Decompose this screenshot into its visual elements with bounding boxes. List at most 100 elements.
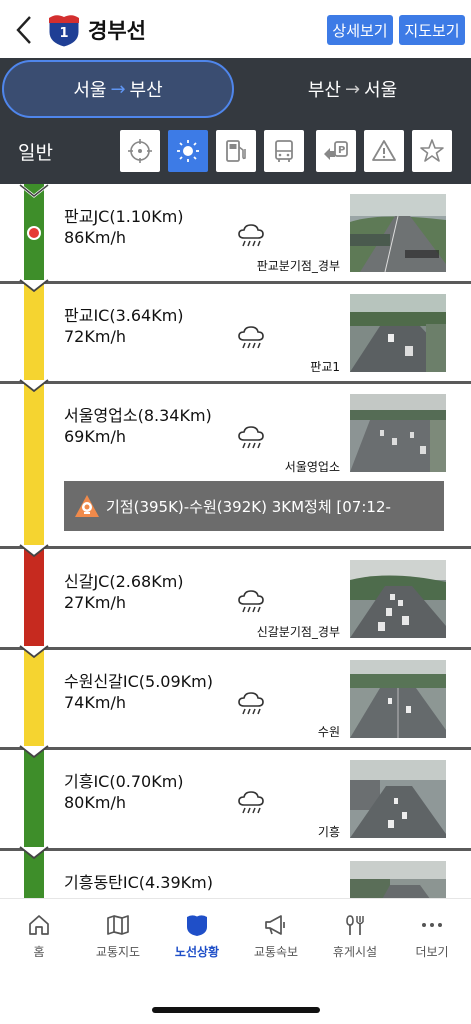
- segment-speed: 72Km/h: [64, 327, 126, 346]
- segment-name: 판교JC(1.10Km): [64, 207, 184, 226]
- nav-label: 교통속보: [253, 945, 299, 959]
- rain-cloud-icon: [238, 224, 264, 247]
- cctv-thumbnail[interactable]: [350, 660, 446, 738]
- segment-name: 기흥동탄IC(4.39Km): [64, 873, 213, 892]
- segment-speed: 27Km/h: [64, 593, 126, 612]
- road-work-icon: [75, 495, 99, 517]
- svg-text:P: P: [338, 145, 345, 156]
- cctv-thumbnail[interactable]: [350, 760, 446, 838]
- rain-cloud-icon: [238, 426, 264, 449]
- filter-weather-button[interactable]: [168, 130, 208, 172]
- bottom-nav: 홈 교통지도 노선상황 교통속보 휴게시설 더보기: [0, 898, 471, 978]
- filter-bar: 일반 P: [0, 120, 471, 184]
- incident-notice[interactable]: 기점(395K)-수원(392K) 3KM정체 [07:12-: [64, 481, 444, 531]
- warning-icon: [372, 140, 396, 161]
- cctv-thumbnail[interactable]: [350, 560, 446, 638]
- segment-name: 수원신갈IC(5.09Km): [64, 672, 213, 691]
- cctv-thumbnail[interactable]: [350, 861, 446, 898]
- tab-arrow: →: [344, 78, 361, 100]
- chevron-left-icon: [16, 16, 31, 44]
- home-indicator: [152, 1007, 320, 1013]
- camera-label: 신갈분기점_경부: [256, 625, 340, 639]
- route-shield-icon: [187, 915, 207, 936]
- cctv-thumbnail[interactable]: [350, 394, 446, 472]
- home-icon: [29, 915, 49, 935]
- app-header: 1 경부선 상세보기 지도보기: [0, 0, 471, 58]
- rain-cloud-icon: [238, 326, 264, 349]
- segment-divider: [0, 647, 471, 650]
- tab-to-label: 부산: [129, 80, 163, 101]
- filter-bus-button[interactable]: [264, 130, 304, 172]
- more-icon: [422, 923, 442, 927]
- nav-rest-area[interactable]: 휴게시설: [316, 913, 394, 960]
- camera-label: 판교1: [310, 360, 340, 374]
- chevron-down-icon: [19, 379, 49, 393]
- nav-route-status[interactable]: 노선상황: [158, 913, 236, 960]
- map-icon: [107, 915, 129, 935]
- status-bar-yellow: [24, 281, 44, 547]
- nav-more[interactable]: 더보기: [393, 913, 471, 960]
- direction-tabs: 서울 → 부산 부산 → 서울: [0, 58, 471, 120]
- route-number: 1: [59, 26, 69, 41]
- chevron-down-icon: [19, 846, 49, 860]
- segment-speed: 74Km/h: [64, 693, 126, 712]
- map-view-button[interactable]: 지도보기: [399, 15, 465, 45]
- weather-sun-icon: [177, 140, 199, 162]
- tab-seoul-to-busan[interactable]: 서울 → 부산: [2, 60, 234, 118]
- segment-list[interactable]: 판교JC(1.10Km) 86Km/h 판교분기점_경부 판교IC(3.64Km…: [0, 184, 471, 898]
- back-button[interactable]: [12, 14, 36, 46]
- segment-name: 서울영업소(8.34Km): [64, 406, 212, 425]
- filter-favorite-button[interactable]: [412, 130, 452, 172]
- segment-speed: 69Km/h: [64, 427, 126, 446]
- rain-cloud-icon: [238, 692, 264, 715]
- cctv-thumbnail[interactable]: [350, 194, 446, 272]
- segment-divider: [0, 281, 471, 284]
- cctv-target-icon: [128, 139, 152, 163]
- filter-incident-button[interactable]: [364, 130, 404, 172]
- nav-traffic-map[interactable]: 교통지도: [79, 913, 157, 960]
- nav-label: 더보기: [415, 945, 449, 959]
- detail-view-button[interactable]: 상세보기: [327, 15, 393, 45]
- notice-text: 기점(395K)-수원(392K) 3KM정체 [07:12-: [106, 497, 391, 516]
- segment-speed: 86Km/h: [64, 228, 126, 247]
- rain-cloud-icon: [238, 590, 264, 613]
- tab-busan-to-seoul[interactable]: 부산 → 서울: [236, 60, 469, 118]
- segment-name: 신갈JC(2.68Km): [64, 572, 184, 591]
- camera-label: 서울영업소: [284, 460, 340, 474]
- cctv-thumbnail[interactable]: [350, 294, 446, 372]
- tab-from-label: 서울: [73, 80, 107, 101]
- bus-icon: [275, 140, 293, 162]
- status-bar-red: [24, 547, 44, 647]
- page-title: 경부선: [88, 19, 146, 43]
- filter-gas-button[interactable]: [216, 130, 256, 172]
- route-shield-icon: 1: [47, 12, 81, 48]
- filter-parking-button[interactable]: P: [316, 130, 356, 172]
- status-bar-green: [24, 747, 44, 898]
- status-bar-yellow: [24, 647, 44, 747]
- segment-name: 판교IC(3.64Km): [64, 306, 184, 325]
- chevron-down-icon: [19, 279, 49, 293]
- chevron-down-icon: [19, 544, 49, 558]
- incident-marker[interactable]: [27, 226, 41, 240]
- megaphone-icon: [265, 915, 285, 935]
- segment-name: 기흥IC(0.70Km): [64, 772, 184, 791]
- favorite-star-icon: [420, 139, 444, 162]
- segment-divider: [0, 848, 471, 851]
- camera-label: 판교분기점_경부: [256, 259, 340, 273]
- chevron-down-icon: [19, 645, 49, 659]
- nav-home[interactable]: 홈: [0, 913, 78, 960]
- gas-station-icon: [226, 140, 246, 162]
- chevron-down-icon: [19, 184, 49, 198]
- nav-label: 휴게시설: [332, 945, 378, 959]
- filter-cctv-button[interactable]: [120, 130, 160, 172]
- segment-divider: [0, 546, 471, 549]
- camera-label: 수원: [317, 725, 340, 739]
- nav-traffic-news[interactable]: 교통속보: [237, 913, 315, 960]
- tab-from-label: 부산: [307, 80, 341, 101]
- camera-label: 기흥: [317, 825, 340, 839]
- tab-arrow: →: [110, 78, 126, 100]
- parking-exit-icon: P: [324, 141, 348, 160]
- nav-label: 교통지도: [95, 945, 141, 959]
- filter-label: 일반: [18, 142, 53, 164]
- rain-cloud-icon: [238, 791, 264, 814]
